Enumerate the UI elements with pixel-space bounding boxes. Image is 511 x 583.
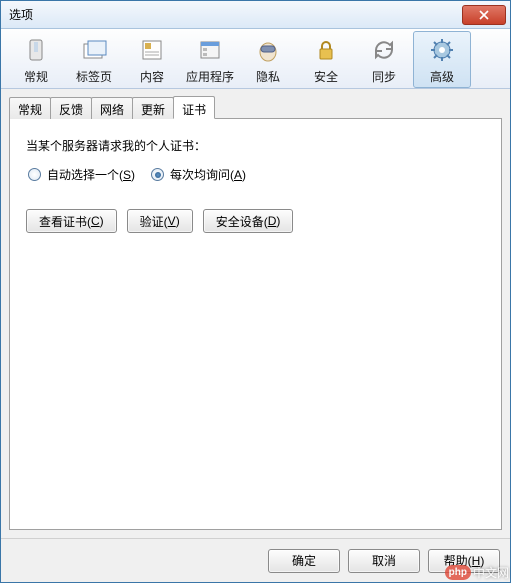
tab-feedback[interactable]: 反馈 [50, 97, 92, 119]
tab-update[interactable]: 更新 [132, 97, 174, 119]
button-label: 取消 [372, 552, 396, 569]
security-devices-button[interactable]: 安全设备(D) [203, 209, 294, 233]
radio-icon [151, 168, 164, 181]
toolbar-item-sync[interactable]: 同步 [355, 31, 413, 88]
titlebar: 选项 [1, 1, 510, 29]
toolbar-item-applications[interactable]: 应用程序 [181, 31, 239, 88]
tab-network[interactable]: 网络 [91, 97, 133, 119]
toolbar-item-content[interactable]: 内容 [123, 31, 181, 88]
general-icon [20, 34, 52, 66]
dialog-footer: 确定 取消 帮助(H) [1, 538, 510, 582]
tab-row: 常规 反馈 网络 更新 证书 [9, 97, 502, 119]
tab-general[interactable]: 常规 [9, 97, 51, 119]
tabs-icon [78, 34, 110, 66]
tab-certificates[interactable]: 证书 [173, 96, 215, 119]
close-icon [479, 10, 489, 20]
tab-label: 反馈 [59, 103, 83, 117]
toolbar-label: 安全 [314, 68, 338, 85]
toolbar-label: 同步 [372, 68, 396, 85]
tab-label: 常规 [18, 103, 42, 117]
radio-label: 每次均询问(A) [170, 166, 246, 183]
toolbar-item-privacy[interactable]: 隐私 [239, 31, 297, 88]
toolbar-item-advanced[interactable]: 高级 [413, 31, 471, 88]
toolbar-label: 应用程序 [186, 68, 234, 85]
toolbar-label: 高级 [430, 68, 454, 85]
radio-auto-select[interactable]: 自动选择一个(S) [28, 166, 135, 183]
ok-button[interactable]: 确定 [268, 549, 340, 573]
window-title: 选项 [9, 6, 33, 23]
verify-button[interactable]: 验证(V) [127, 209, 193, 233]
close-button[interactable] [462, 5, 506, 25]
radio-label: 自动选择一个(S) [47, 166, 135, 183]
cert-buttons: 查看证书(C) 验证(V) 安全设备(D) [26, 209, 485, 233]
gear-icon [426, 34, 458, 66]
cancel-button[interactable]: 取消 [348, 549, 420, 573]
section-label: 当某个服务器请求我的个人证书： [26, 137, 485, 154]
tab-label: 网络 [100, 103, 124, 117]
toolbar-label: 隐私 [256, 68, 280, 85]
radio-ask-every-time[interactable]: 每次均询问(A) [151, 166, 246, 183]
radio-group-cert-request: 自动选择一个(S) 每次均询问(A) [28, 166, 485, 183]
view-certificates-button[interactable]: 查看证书(C) [26, 209, 117, 233]
toolbar-label: 标签页 [76, 68, 112, 85]
toolbar-item-security[interactable]: 安全 [297, 31, 355, 88]
toolbar-item-general[interactable]: 常规 [7, 31, 65, 88]
help-button[interactable]: 帮助(H) [428, 549, 500, 573]
content-area: 常规 反馈 网络 更新 证书 当某个服务器请求我的个人证书： 自动选择一个(S)… [1, 89, 510, 538]
applications-icon [194, 34, 226, 66]
toolbar: 常规 标签页 内容 应用程序 隐私 安全 同步 高级 [1, 29, 510, 89]
content-icon [136, 34, 168, 66]
toolbar-label: 内容 [140, 68, 164, 85]
sync-icon [368, 34, 400, 66]
options-window: 选项 常规 标签页 内容 应用程序 隐私 安全 [0, 0, 511, 583]
toolbar-label: 常规 [24, 68, 48, 85]
lock-icon [310, 34, 342, 66]
tab-label: 更新 [141, 103, 165, 117]
button-label: 确定 [292, 552, 316, 569]
tab-panel-certificates: 当某个服务器请求我的个人证书： 自动选择一个(S) 每次均询问(A) 查看证书(… [9, 118, 502, 530]
toolbar-item-tabs[interactable]: 标签页 [65, 31, 123, 88]
tab-label: 证书 [182, 103, 206, 117]
privacy-icon [252, 34, 284, 66]
radio-icon [28, 168, 41, 181]
